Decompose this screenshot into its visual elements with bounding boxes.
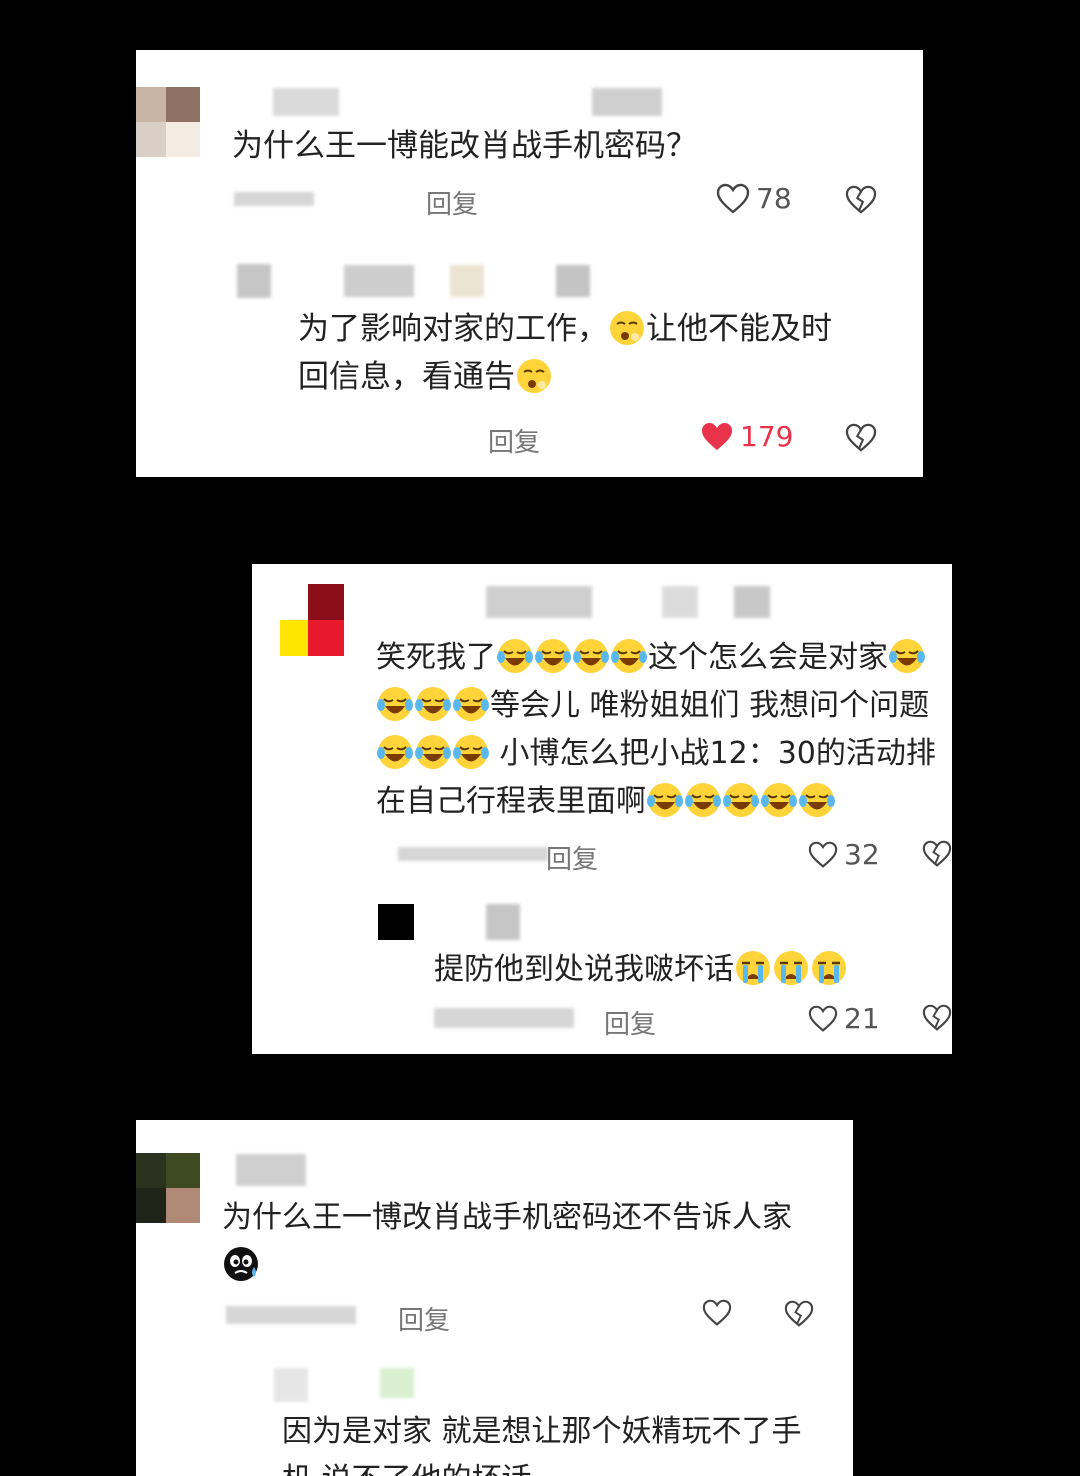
meta-blurred xyxy=(434,1008,574,1028)
reply-username-blurred[interactable] xyxy=(344,265,414,297)
reply-avatar[interactable] xyxy=(378,904,414,940)
reply-button[interactable]: 回复 xyxy=(398,1300,450,1337)
reply-text: 提防他到处说我啵坏话 xyxy=(434,946,848,994)
comment-text-part: 这个怎么会是对家 xyxy=(648,640,888,675)
reply-badge-blurred xyxy=(380,1368,414,1398)
like-count: 21 xyxy=(844,1002,880,1035)
heart-icon xyxy=(702,1299,732,1326)
crying-emoji-icon xyxy=(810,949,848,987)
reply-tag-blurred xyxy=(556,265,590,297)
meta-blurred xyxy=(234,192,314,206)
laugh-cry-emoji-icon xyxy=(760,781,798,819)
laugh-cry-emoji-icon xyxy=(496,637,534,675)
comment-text-part: 小博怎么把小战12：30的活动排 xyxy=(490,736,936,771)
comment-text-part: 在自己行程表里面啊 xyxy=(376,784,646,819)
username-blurred[interactable] xyxy=(273,88,339,116)
like-button[interactable]: 21 xyxy=(808,1002,880,1035)
comment-text-part: 笑死我了 xyxy=(376,640,496,675)
comment-text: 笑死我了 这个怎么会是对家 等会儿 唯粉姐姐们 我想问个问题 小博怎么把小战12：… xyxy=(376,634,946,826)
laugh-cry-emoji-icon xyxy=(572,637,610,675)
reply-avatar-blurred[interactable] xyxy=(274,1368,308,1402)
badge-blurred xyxy=(734,586,770,618)
badge-blurred xyxy=(662,586,698,618)
reply-text-part: 机 说不了他的坏话 xyxy=(282,1462,532,1476)
crying-emoji-icon xyxy=(734,949,772,987)
laugh-cry-emoji-icon xyxy=(888,637,926,675)
reply-avatar-blurred[interactable] xyxy=(237,264,271,298)
heart-filled-icon xyxy=(702,422,732,450)
yawning-emoji-icon xyxy=(608,309,646,347)
comment-text-part: 为什么王一博改肖战手机密码还不告诉人家 xyxy=(222,1200,792,1235)
heart-icon xyxy=(808,1005,838,1032)
laugh-cry-emoji-icon xyxy=(452,733,490,771)
reply-button[interactable]: 回复 xyxy=(488,422,540,459)
reply-text: 为了影响对家的工作， 让他不能及时 回信息，看通告 xyxy=(298,305,898,401)
reply-badge-blurred xyxy=(450,265,484,297)
black-sweat-emoji-icon xyxy=(222,1245,260,1283)
laugh-cry-emoji-icon xyxy=(452,685,490,723)
laugh-cry-emoji-icon xyxy=(376,733,414,771)
laugh-cry-emoji-icon xyxy=(534,637,572,675)
like-count: 78 xyxy=(756,182,792,215)
comment-card-1: 为什么王一博能改肖战手机密码？ 回复 78 为了影响对家的工作， 让他不能及时 回… xyxy=(136,50,923,477)
laugh-cry-emoji-icon xyxy=(376,685,414,723)
reply-text: 因为是对家 就是想让那个妖精玩不了手 机 说不了他的坏话 xyxy=(282,1408,842,1476)
laugh-cry-emoji-icon xyxy=(414,733,452,771)
dislike-button[interactable] xyxy=(922,840,952,872)
laugh-cry-emoji-icon xyxy=(414,685,452,723)
comment-text: 为什么王一博改肖战手机密码还不告诉人家 xyxy=(222,1194,842,1290)
reply-text-part: 回信息，看通告 xyxy=(298,359,515,395)
like-button[interactable]: 32 xyxy=(808,838,880,871)
reply-text-part: 让他不能及时 xyxy=(646,311,832,347)
username-blurred[interactable] xyxy=(486,586,592,618)
crying-emoji-icon xyxy=(772,949,810,987)
laugh-cry-emoji-icon xyxy=(610,637,648,675)
avatar[interactable] xyxy=(280,584,344,656)
meta-blurred xyxy=(226,1306,356,1324)
reply-button[interactable]: 回复 xyxy=(604,1004,656,1041)
dislike-button[interactable] xyxy=(922,1004,952,1036)
meta-blurred xyxy=(398,847,548,861)
broken-heart-icon xyxy=(845,185,877,214)
heart-icon xyxy=(808,841,838,868)
username-blurred[interactable] xyxy=(236,1154,306,1186)
reply-username-blurred[interactable] xyxy=(486,904,520,940)
avatar[interactable] xyxy=(136,1153,200,1223)
reply-button[interactable]: 回复 xyxy=(426,184,478,221)
dislike-button[interactable] xyxy=(845,423,877,457)
badge-blurred xyxy=(592,88,662,116)
dislike-button[interactable] xyxy=(784,1300,814,1332)
reply-text-part: 为了影响对家的工作， xyxy=(298,311,608,347)
dislike-button[interactable] xyxy=(845,185,877,219)
like-count: 179 xyxy=(740,420,794,453)
reply-text-part: 提防他到处说我啵坏话 xyxy=(434,952,734,987)
broken-heart-icon xyxy=(784,1300,814,1327)
like-count: 32 xyxy=(844,838,880,871)
broken-heart-icon xyxy=(845,423,877,452)
like-button[interactable] xyxy=(702,1299,738,1327)
comment-card-2: 笑死我了 这个怎么会是对家 等会儿 唯粉姐姐们 我想问个问题 小博怎么把小战12：… xyxy=(252,564,952,1054)
reply-button[interactable]: 回复 xyxy=(546,839,598,876)
like-button[interactable]: 179 xyxy=(700,420,793,453)
yawning-emoji-icon xyxy=(515,357,553,395)
heart-icon xyxy=(716,183,750,214)
reply-text-part: 因为是对家 就是想让那个妖精玩不了手 xyxy=(282,1414,802,1449)
comment-text-part: 等会儿 唯粉姐姐们 我想问个问题 xyxy=(490,688,930,723)
avatar[interactable] xyxy=(136,87,200,157)
comment-card-3: 为什么王一博改肖战手机密码还不告诉人家 回复 因为是对家 就是想让那个妖精玩不了… xyxy=(136,1120,853,1476)
like-button[interactable]: 78 xyxy=(716,182,792,215)
laugh-cry-emoji-icon xyxy=(684,781,722,819)
broken-heart-icon xyxy=(922,1004,952,1031)
laugh-cry-emoji-icon xyxy=(646,781,684,819)
comment-text: 为什么王一博能改肖战手机密码？ xyxy=(232,128,697,164)
broken-heart-icon xyxy=(922,840,952,867)
laugh-cry-emoji-icon xyxy=(722,781,760,819)
laugh-cry-emoji-icon xyxy=(798,781,836,819)
